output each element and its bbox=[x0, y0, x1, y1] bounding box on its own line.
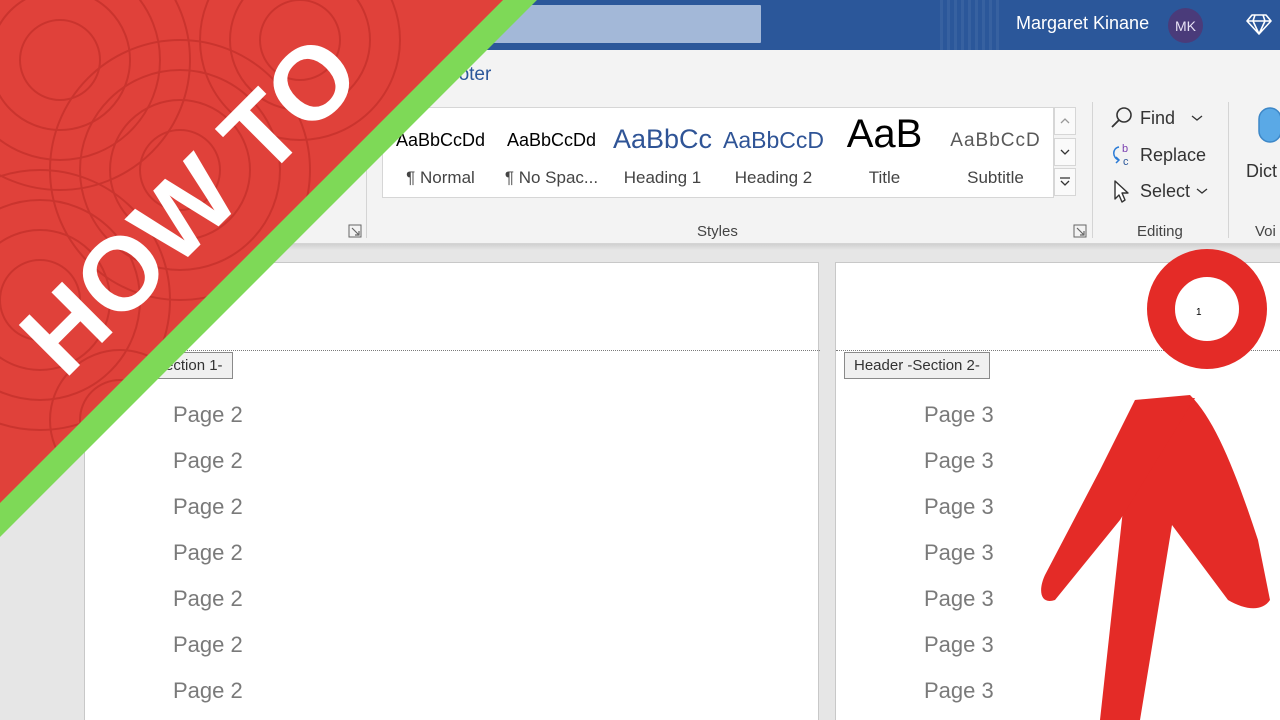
cursor-icon bbox=[1114, 180, 1129, 203]
voice-group-label: Voi bbox=[1255, 223, 1276, 240]
style-sample: AaBbCc bbox=[612, 124, 713, 154]
ribbon-tabs: ooter bbox=[0, 50, 1280, 100]
body-line[interactable]: Page 3 bbox=[924, 540, 994, 566]
chevron-down-icon bbox=[1060, 149, 1070, 155]
header-page-number: 1 bbox=[1196, 307, 1202, 318]
dialog-launcher-icon[interactable] bbox=[348, 224, 362, 238]
style-label: Subtitle bbox=[967, 168, 1024, 187]
group-separator bbox=[1092, 102, 1093, 238]
header-section-tag: Section 1- bbox=[145, 352, 233, 379]
editing-group-label: Editing bbox=[1137, 223, 1183, 240]
body-line[interactable]: Page 2 bbox=[173, 448, 243, 474]
tab-header-footer[interactable]: ooter bbox=[448, 64, 491, 86]
avatar[interactable]: MK bbox=[1168, 8, 1203, 43]
style-sample: AaBbCcD bbox=[723, 127, 824, 153]
select-button[interactable]: Select bbox=[1110, 178, 1208, 204]
body-line[interactable]: Page 3 bbox=[924, 402, 994, 428]
styles-group-label: Styles bbox=[697, 223, 738, 240]
styles-launcher-icon[interactable] bbox=[1073, 224, 1087, 238]
body-line[interactable]: Page 2 bbox=[173, 494, 243, 520]
style-label: Title bbox=[868, 168, 901, 187]
style-sample: AaBbCcD bbox=[950, 130, 1041, 151]
gallery-scroll-down-button[interactable] bbox=[1054, 138, 1076, 166]
gallery-scroll-up-button[interactable] bbox=[1054, 107, 1076, 135]
body-line[interactable]: Page 2 bbox=[173, 402, 243, 428]
chevron-up-icon bbox=[1060, 118, 1070, 124]
svg-text:c: c bbox=[1123, 156, 1129, 168]
header-boundary-line bbox=[85, 350, 820, 351]
style-normal[interactable]: AaBbCcDd ¶ Normal bbox=[385, 108, 496, 199]
style-sample: AaBbCcDd bbox=[506, 130, 597, 150]
title-bar: Margaret Kinane MK bbox=[0, 0, 1280, 50]
svg-text:b: b bbox=[1122, 143, 1128, 155]
body-line[interactable]: Page 3 bbox=[924, 632, 994, 658]
body-line[interactable]: Page 3 bbox=[924, 586, 994, 612]
style-label: ¶ No Spac... bbox=[504, 168, 599, 187]
diamond-icon[interactable] bbox=[1246, 11, 1272, 37]
style-sample: AaB bbox=[846, 112, 923, 156]
find-label: Find bbox=[1140, 107, 1176, 128]
dictate-button-label[interactable]: Dict bbox=[1246, 161, 1277, 182]
search-box[interactable] bbox=[480, 5, 761, 43]
chevron-down-icon bbox=[1196, 188, 1208, 194]
style-label: ¶ Normal bbox=[406, 168, 475, 187]
gallery-more-button[interactable] bbox=[1054, 168, 1076, 196]
header-boundary-line bbox=[836, 350, 1280, 351]
replace-icon: b c bbox=[1113, 143, 1129, 168]
replace-button[interactable]: b c Replace bbox=[1110, 142, 1206, 168]
document-page[interactable]: Header -Section 2- Page 3 Page 3 Page 3 … bbox=[835, 262, 1280, 720]
body-line[interactable]: Page 2 bbox=[173, 632, 243, 658]
document-page[interactable]: Section 1- Page 2 Page 2 Page 2 Page 2 P… bbox=[84, 262, 820, 720]
style-subtitle[interactable]: AaBbCcD Subtitle bbox=[940, 108, 1051, 199]
group-separator bbox=[1228, 102, 1229, 238]
body-line[interactable]: Page 3 bbox=[924, 448, 994, 474]
styles-gallery: AaBbCcDd ¶ Normal AaBbCcDd ¶ No Spac... … bbox=[382, 107, 1054, 198]
header-section-tag: Header -Section 2- bbox=[844, 352, 990, 379]
select-label: Select bbox=[1140, 180, 1191, 201]
style-title[interactable]: AaB Title bbox=[829, 108, 940, 199]
style-label: Heading 1 bbox=[623, 168, 702, 187]
group-separator bbox=[366, 102, 367, 238]
user-name[interactable]: Margaret Kinane bbox=[1016, 13, 1149, 34]
style-label: Heading 2 bbox=[734, 168, 813, 187]
body-line[interactable]: Page 3 bbox=[924, 494, 994, 520]
more-icon bbox=[1060, 177, 1070, 186]
replace-label: Replace bbox=[1140, 144, 1207, 165]
body-line[interactable]: Page 2 bbox=[173, 586, 243, 612]
body-line[interactable]: Page 2 bbox=[173, 540, 243, 566]
find-button[interactable]: Find bbox=[1110, 106, 1203, 130]
ribbon: AaBbCcDd ¶ Normal AaBbCcDd ¶ No Spac... … bbox=[0, 100, 1280, 244]
search-icon bbox=[1111, 107, 1132, 128]
style-sample: AaBbCcDd bbox=[395, 130, 486, 150]
ribbon-shadow bbox=[0, 244, 1280, 250]
style-heading-2[interactable]: AaBbCcD Heading 2 bbox=[718, 108, 829, 199]
style-heading-1[interactable]: AaBbCc Heading 1 bbox=[607, 108, 718, 199]
body-line[interactable]: Page 3 bbox=[924, 678, 994, 704]
style-no-spacing[interactable]: AaBbCcDd ¶ No Spac... bbox=[496, 108, 607, 199]
title-bar-decoration bbox=[940, 0, 1000, 50]
chevron-down-icon bbox=[1191, 115, 1203, 121]
microphone-icon[interactable] bbox=[1256, 106, 1280, 150]
body-line[interactable]: Page 2 bbox=[173, 678, 243, 704]
